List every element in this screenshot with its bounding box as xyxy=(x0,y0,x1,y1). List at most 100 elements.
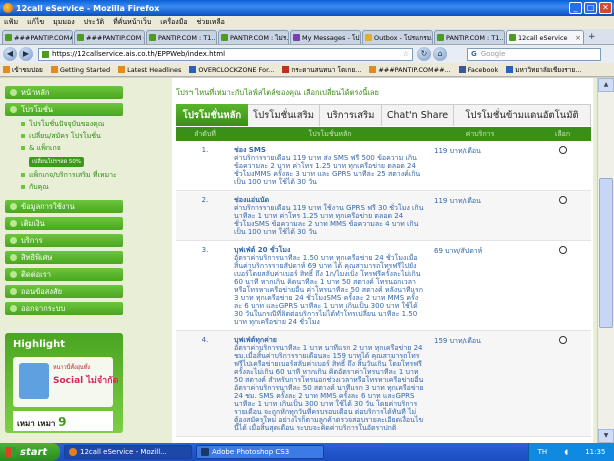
browser-tab[interactable]: PANTIP.COM : ไม่ร...× xyxy=(218,30,289,44)
thumbs-up-icon xyxy=(19,363,49,399)
taskbar-button-photoshop[interactable]: Adobe Photoshop CS3 xyxy=(196,445,324,459)
col-header-select: เลือก xyxy=(554,129,571,138)
windows-logo-icon xyxy=(6,447,16,457)
back-icon[interactable]: ◀ xyxy=(3,47,17,61)
row-price: 119 บาท/เดือน xyxy=(434,197,481,205)
menu-help[interactable]: ช่วยเหลือ xyxy=(197,17,225,28)
promo-desc: ค่าบริการรายเดือน 119 บาท ใช้งาน GPRS ฟร… xyxy=(234,204,424,236)
row-description: บุฟเฟ่ต์ทุกค่าย อัตราค่าบริการนาทีละ 1 บ… xyxy=(234,336,426,432)
row-price: 159 บาท/เดือน xyxy=(434,337,481,345)
firefox-icon xyxy=(69,448,77,456)
sidebar-sub-change-promo[interactable]: เปลี่ยน/สมัคร โปรโมชั่น xyxy=(5,132,123,141)
minimize-button[interactable]: _ xyxy=(569,2,582,14)
scroll-up-icon[interactable]: ▲ xyxy=(598,78,614,92)
tab-roaming-promo[interactable]: โปรโมชั่นข้ามแดนอัตโนมัติ xyxy=(454,104,591,126)
menu-bookmarks[interactable]: ที่คั่นหน้าเว็บ xyxy=(113,17,151,28)
reload-icon[interactable]: ↻ xyxy=(417,47,431,61)
maximize-button[interactable]: □ xyxy=(584,2,597,14)
window-title: 12call eService - Mozilla Firefox xyxy=(16,3,160,13)
promo-desc: อัตราค่าบริการนาทีละ 1.50 บาท ทุกเครือข่… xyxy=(234,254,424,326)
promo-desc: อัตราค่าบริการนาทีละ 1 บาท นาทีแรก 2 บาท… xyxy=(234,344,424,432)
language-indicator[interactable]: TH xyxy=(538,448,548,456)
bookmark-item[interactable]: OVERCLOCKZONE For... xyxy=(189,66,274,74)
browser-tab-active[interactable]: 12call eService × xyxy=(506,30,584,44)
start-button[interactable]: start xyxy=(0,443,60,461)
browser-tab[interactable]: ###PANTIP.COM ตรง...× xyxy=(74,30,145,44)
highlight-bottom-ad: เหมา เหมา 9 xyxy=(13,411,113,431)
vertical-scrollbar[interactable]: ▲ ▼ xyxy=(597,78,614,443)
pantip-favicon-icon xyxy=(149,34,156,41)
speaker-icon[interactable]: ◖ xyxy=(564,448,568,456)
tab-chat-n-share[interactable]: Chat'n Share xyxy=(382,104,454,126)
bookmark-item[interactable]: Latest Headlines xyxy=(118,66,181,74)
promo-name: ช่อง SMS xyxy=(234,146,266,154)
menu-edit[interactable]: แก้ไข xyxy=(27,17,44,28)
menu-file[interactable]: แฟ้ม xyxy=(4,17,18,28)
sidebar: หน้าหลัก โปรโมชั่น โปรโมชั่นปัจจุบันของค… xyxy=(5,78,123,319)
highlight-text-line2: Social ไม่จำกัด xyxy=(53,376,119,386)
sidebar-item-promotion[interactable]: โปรโมชั่น xyxy=(5,103,123,116)
sidebar-sub-package[interactable]: & แพ็กเกจ xyxy=(5,144,123,153)
promo-desc: ค่าบริการรายเดือน 119 บาท ส่ง SMS ฟรี 50… xyxy=(234,154,421,186)
menu-view[interactable]: มุมมอง xyxy=(53,17,74,28)
sidebar-item-logout[interactable]: ออกจากระบบ xyxy=(5,302,123,315)
scroll-down-icon[interactable]: ▼ xyxy=(598,429,614,443)
close-button[interactable]: ✕ xyxy=(599,2,612,14)
scroll-thumb[interactable] xyxy=(599,178,613,328)
pantip-favicon-icon xyxy=(437,34,444,41)
browser-tab[interactable]: ###PANTIP.COM###...× xyxy=(2,30,73,44)
bookmark-star-icon[interactable]: ☆ xyxy=(403,50,409,58)
row-description: ช่อง SMS ค่าบริการรายเดือน 119 บาท ส่ง S… xyxy=(234,146,426,186)
new-tab-icon[interactable]: + xyxy=(588,32,596,42)
sidebar-item-privileges[interactable]: สิทธิพิเศษ xyxy=(5,251,123,264)
bookmark-item[interactable]: ###PANTIP.COM##... xyxy=(369,66,451,74)
tab-extra-service[interactable]: บริการเสริม xyxy=(320,104,382,126)
select-radio[interactable] xyxy=(558,146,567,154)
url-bar[interactable]: https://12callservice.ais.co.th/EPPWeb/i… xyxy=(38,47,413,61)
bookmark-item[interactable]: มหาวิทยาลัยเชียงราย... xyxy=(506,65,581,75)
select-radio[interactable] xyxy=(558,246,567,254)
highlight-text-line1: หนาวนี้ทั้งอุ่นทั้ง xyxy=(53,365,91,371)
browser-tab[interactable]: Outbox - โปรแกรม...× xyxy=(362,30,433,44)
menu-tools[interactable]: เครื่องมือ xyxy=(160,17,187,28)
browser-tab[interactable]: PANTIP.COM : T1...× xyxy=(434,30,505,44)
site-identity-icon[interactable] xyxy=(42,50,49,58)
sidebar-item-usage[interactable]: ข้อมูลการใช้งาน xyxy=(5,200,123,213)
sidebar-item-home[interactable]: หน้าหลัก xyxy=(5,86,123,99)
sidebar-item-topup[interactable]: เติมเงิน xyxy=(5,217,123,230)
sidebar-sub-addon-cont[interactable]: กับคุณ xyxy=(5,183,123,192)
select-radio[interactable] xyxy=(558,196,567,204)
highlight-banner[interactable]: Highlight หนาวนี้ทั้งอุ่นทั้ง Social ไม่… xyxy=(5,333,123,433)
window-titlebar: 12call eService - Mozilla Firefox _ □ ✕ xyxy=(0,0,614,16)
tab-close-icon[interactable]: × xyxy=(574,34,581,42)
rss-icon xyxy=(118,66,126,73)
taskbar-button-firefox[interactable]: 12call eService - Mozill... xyxy=(64,445,192,459)
home-icon[interactable]: ⌂ xyxy=(433,47,447,61)
12call-favicon-icon xyxy=(509,34,516,41)
sidebar-item-contact[interactable]: ติดต่อเรา xyxy=(5,268,123,281)
uni-icon xyxy=(506,66,514,73)
forward-icon[interactable]: ▶ xyxy=(19,47,33,61)
sidebar-sub-addon[interactable]: แพ็กเกจ/บริการเสริม ที่เหมาะ xyxy=(5,171,123,180)
sidebar-item-faq[interactable]: ถอนข้อสงสัย xyxy=(5,285,123,298)
sidebar-sub-current-promo[interactable]: โปรโมชั่นปัจจุบันของคุณ xyxy=(5,120,123,129)
bookmark-item[interactable]: Facebook xyxy=(458,66,498,74)
row-number: 4. xyxy=(201,336,209,344)
search-input[interactable]: G Google xyxy=(467,47,601,61)
bookmark-item[interactable]: Getting Started xyxy=(50,66,110,74)
search-placeholder: Google xyxy=(480,50,506,58)
google-icon: G xyxy=(471,50,477,58)
tab-main-promo[interactable]: โปรโมชั่นหลัก xyxy=(176,104,248,126)
promo-badge[interactable]: เปลี่ยนโปรฯลด 50% xyxy=(29,157,85,167)
tab-addon-promo[interactable]: โปรโมชั่นเสริม xyxy=(248,104,320,126)
oc-icon xyxy=(189,66,197,73)
sidebar-item-services[interactable]: บริการ xyxy=(5,234,123,247)
row-number: 1. xyxy=(201,146,209,154)
menu-history[interactable]: ประวัติ xyxy=(84,17,104,28)
browser-tab[interactable]: PANTIP.COM : T1...× xyxy=(146,30,217,44)
select-radio[interactable] xyxy=(558,336,567,344)
pantip-icon xyxy=(369,66,377,73)
bookmark-item[interactable]: กระดานสนทนา โตเกย... xyxy=(282,65,361,75)
browser-tab[interactable]: My Messages - โป...× xyxy=(290,30,361,44)
bookmark-item[interactable]: เข้าชมบ่อย xyxy=(3,65,43,75)
